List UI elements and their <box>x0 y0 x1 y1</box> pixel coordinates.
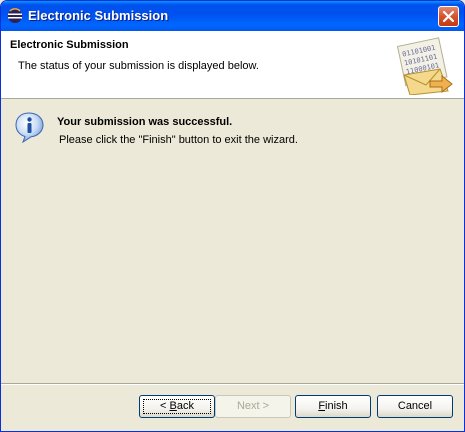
wizard-header: Electronic Submission The status of your… <box>1 31 464 99</box>
button-bar-separator <box>1 383 464 385</box>
message-title: Your submission was successful. <box>57 116 233 128</box>
window-title: Electronic Submission <box>28 8 169 23</box>
info-icon <box>14 111 46 144</box>
cancel-button-label: Cancel <box>397 400 433 412</box>
cancel-button[interactable]: Cancel <box>377 395 453 418</box>
back-button[interactable]: < Back <box>139 395 215 418</box>
next-button-label: Next > <box>236 400 270 412</box>
header-title: Electronic Submission <box>10 39 129 51</box>
title-bar[interactable]: Electronic Submission <box>1 1 464 31</box>
message-body: Please click the "Finish" button to exit… <box>59 134 298 146</box>
binary-envelope-icon: 01101001 10101101 11000101 <box>396 35 456 96</box>
finish-button[interactable]: Finish <box>295 395 371 418</box>
next-button[interactable]: Next > <box>215 395 291 418</box>
close-button[interactable] <box>438 6 459 27</box>
wizard-window: Electronic Submission Electronic Submiss… <box>0 0 465 432</box>
finish-button-label: inish <box>325 400 348 412</box>
eclipse-icon <box>7 8 23 24</box>
header-description: The status of your submission is display… <box>18 60 259 72</box>
focus-ring <box>143 399 211 414</box>
